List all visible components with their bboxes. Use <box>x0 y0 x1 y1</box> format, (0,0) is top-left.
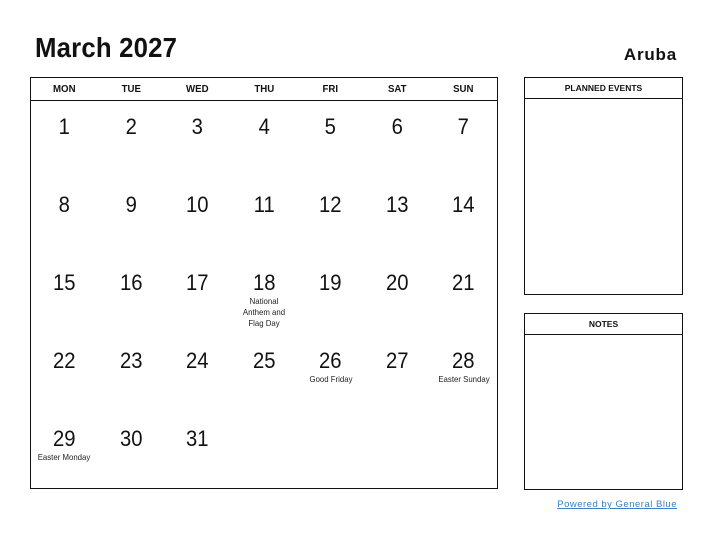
day-cell[interactable]: 23 <box>98 335 165 413</box>
weekday-header: MON TUE WED THU FRI SAT SUN <box>31 78 497 101</box>
holiday-label: National Anthem and Flag Day <box>242 296 286 328</box>
day-number: 6 <box>391 114 403 139</box>
day-cell[interactable]: 25 <box>231 335 298 413</box>
day-number: 11 <box>253 192 275 217</box>
page-title: March 2027 <box>35 32 178 63</box>
day-number: 7 <box>458 114 470 139</box>
day-cell <box>297 413 364 491</box>
day-number: 23 <box>119 348 143 373</box>
day-number: 31 <box>186 426 209 451</box>
day-cell[interactable]: 1 <box>31 101 98 179</box>
planned-events-heading: PLANNED EVENTS <box>525 78 682 99</box>
day-number: 17 <box>186 270 209 295</box>
day-number: 14 <box>452 192 475 217</box>
day-cell[interactable]: 10 <box>164 179 231 257</box>
day-cell[interactable]: 17 <box>164 257 231 335</box>
day-number: 20 <box>385 270 409 295</box>
day-number: 13 <box>385 192 409 217</box>
day-number: 2 <box>125 114 137 139</box>
day-cell <box>364 413 431 491</box>
day-cell[interactable]: 20 <box>364 257 431 335</box>
day-number: 9 <box>125 192 137 217</box>
day-cell <box>231 413 298 491</box>
day-number: 25 <box>252 348 276 373</box>
powered-by-link[interactable]: Powered by General Blue <box>557 499 677 510</box>
weekday-label: SUN <box>453 83 474 95</box>
day-cell[interactable]: 27 <box>364 335 431 413</box>
day-cell[interactable]: 21 <box>430 257 497 335</box>
day-number: 16 <box>119 270 143 295</box>
day-cell[interactable]: 9 <box>98 179 165 257</box>
weekday-label: MON <box>53 83 76 95</box>
day-cell[interactable]: 26 Good Friday <box>297 335 364 413</box>
day-cell[interactable]: 31 <box>164 413 231 491</box>
planned-events-panel: PLANNED EVENTS <box>524 77 683 295</box>
weekday-label: TUE <box>121 83 141 95</box>
day-number: 10 <box>186 192 209 217</box>
day-number: 28 <box>452 348 475 373</box>
calendar-grid: MON TUE WED THU FRI SAT SUN 1 2 3 4 5 6 7 8 9 10 11 12 13 1… <box>30 77 498 489</box>
day-cell[interactable]: 15 <box>31 257 98 335</box>
day-cell[interactable]: 16 <box>98 257 165 335</box>
weekday-label: FRI <box>322 83 339 95</box>
day-number: 24 <box>186 348 209 373</box>
day-cell[interactable]: 3 <box>164 101 231 179</box>
day-cell[interactable]: 5 <box>297 101 364 179</box>
day-cell <box>430 413 497 491</box>
calendar-body: 1 2 3 4 5 6 7 8 9 10 11 12 13 14 15 16 17 18 National Anth… <box>31 101 497 491</box>
day-number: 26 <box>319 348 342 373</box>
day-cell[interactable]: 12 <box>297 179 364 257</box>
day-cell[interactable]: 6 <box>364 101 431 179</box>
day-number: 3 <box>191 114 204 139</box>
day-cell[interactable]: 24 <box>164 335 231 413</box>
day-cell[interactable]: 19 <box>297 257 364 335</box>
notes-heading: NOTES <box>525 314 682 335</box>
holiday-label: Good Friday <box>309 374 353 384</box>
day-cell[interactable]: 13 <box>364 179 431 257</box>
day-number: 30 <box>119 426 143 451</box>
day-cell[interactable]: 22 <box>31 335 98 413</box>
day-number: 5 <box>324 114 337 139</box>
day-cell[interactable]: 4 <box>231 101 298 179</box>
day-number: 12 <box>319 192 342 217</box>
weekday-label: THU <box>254 83 274 95</box>
day-number: 27 <box>385 348 409 373</box>
holiday-label: Easter Sunday <box>438 374 490 384</box>
day-cell[interactable]: 2 <box>98 101 165 179</box>
country-label: Aruba <box>623 45 677 64</box>
day-number: 21 <box>452 270 475 295</box>
day-number: 29 <box>53 426 76 451</box>
weekday-label: WED <box>186 83 209 95</box>
day-number: 18 <box>252 270 276 295</box>
day-number: 4 <box>258 114 270 139</box>
holiday-label: Easter Monday <box>37 452 91 462</box>
day-number: 19 <box>319 270 342 295</box>
day-number: 8 <box>58 192 70 217</box>
day-cell[interactable]: 11 <box>231 179 298 257</box>
weekday-label: SAT <box>387 83 407 95</box>
day-cell[interactable]: 30 <box>98 413 165 491</box>
day-cell[interactable]: 28 Easter Sunday <box>430 335 497 413</box>
day-cell[interactable]: 18 National Anthem and Flag Day <box>231 257 298 335</box>
day-number: 1 <box>58 114 70 139</box>
day-cell[interactable]: 14 <box>430 179 497 257</box>
day-cell[interactable]: 7 <box>430 101 497 179</box>
day-number: 22 <box>53 348 76 373</box>
day-number: 15 <box>53 270 76 295</box>
day-cell[interactable]: 8 <box>31 179 98 257</box>
day-cell[interactable]: 29 Easter Monday <box>31 413 98 491</box>
notes-panel: NOTES <box>524 313 683 490</box>
